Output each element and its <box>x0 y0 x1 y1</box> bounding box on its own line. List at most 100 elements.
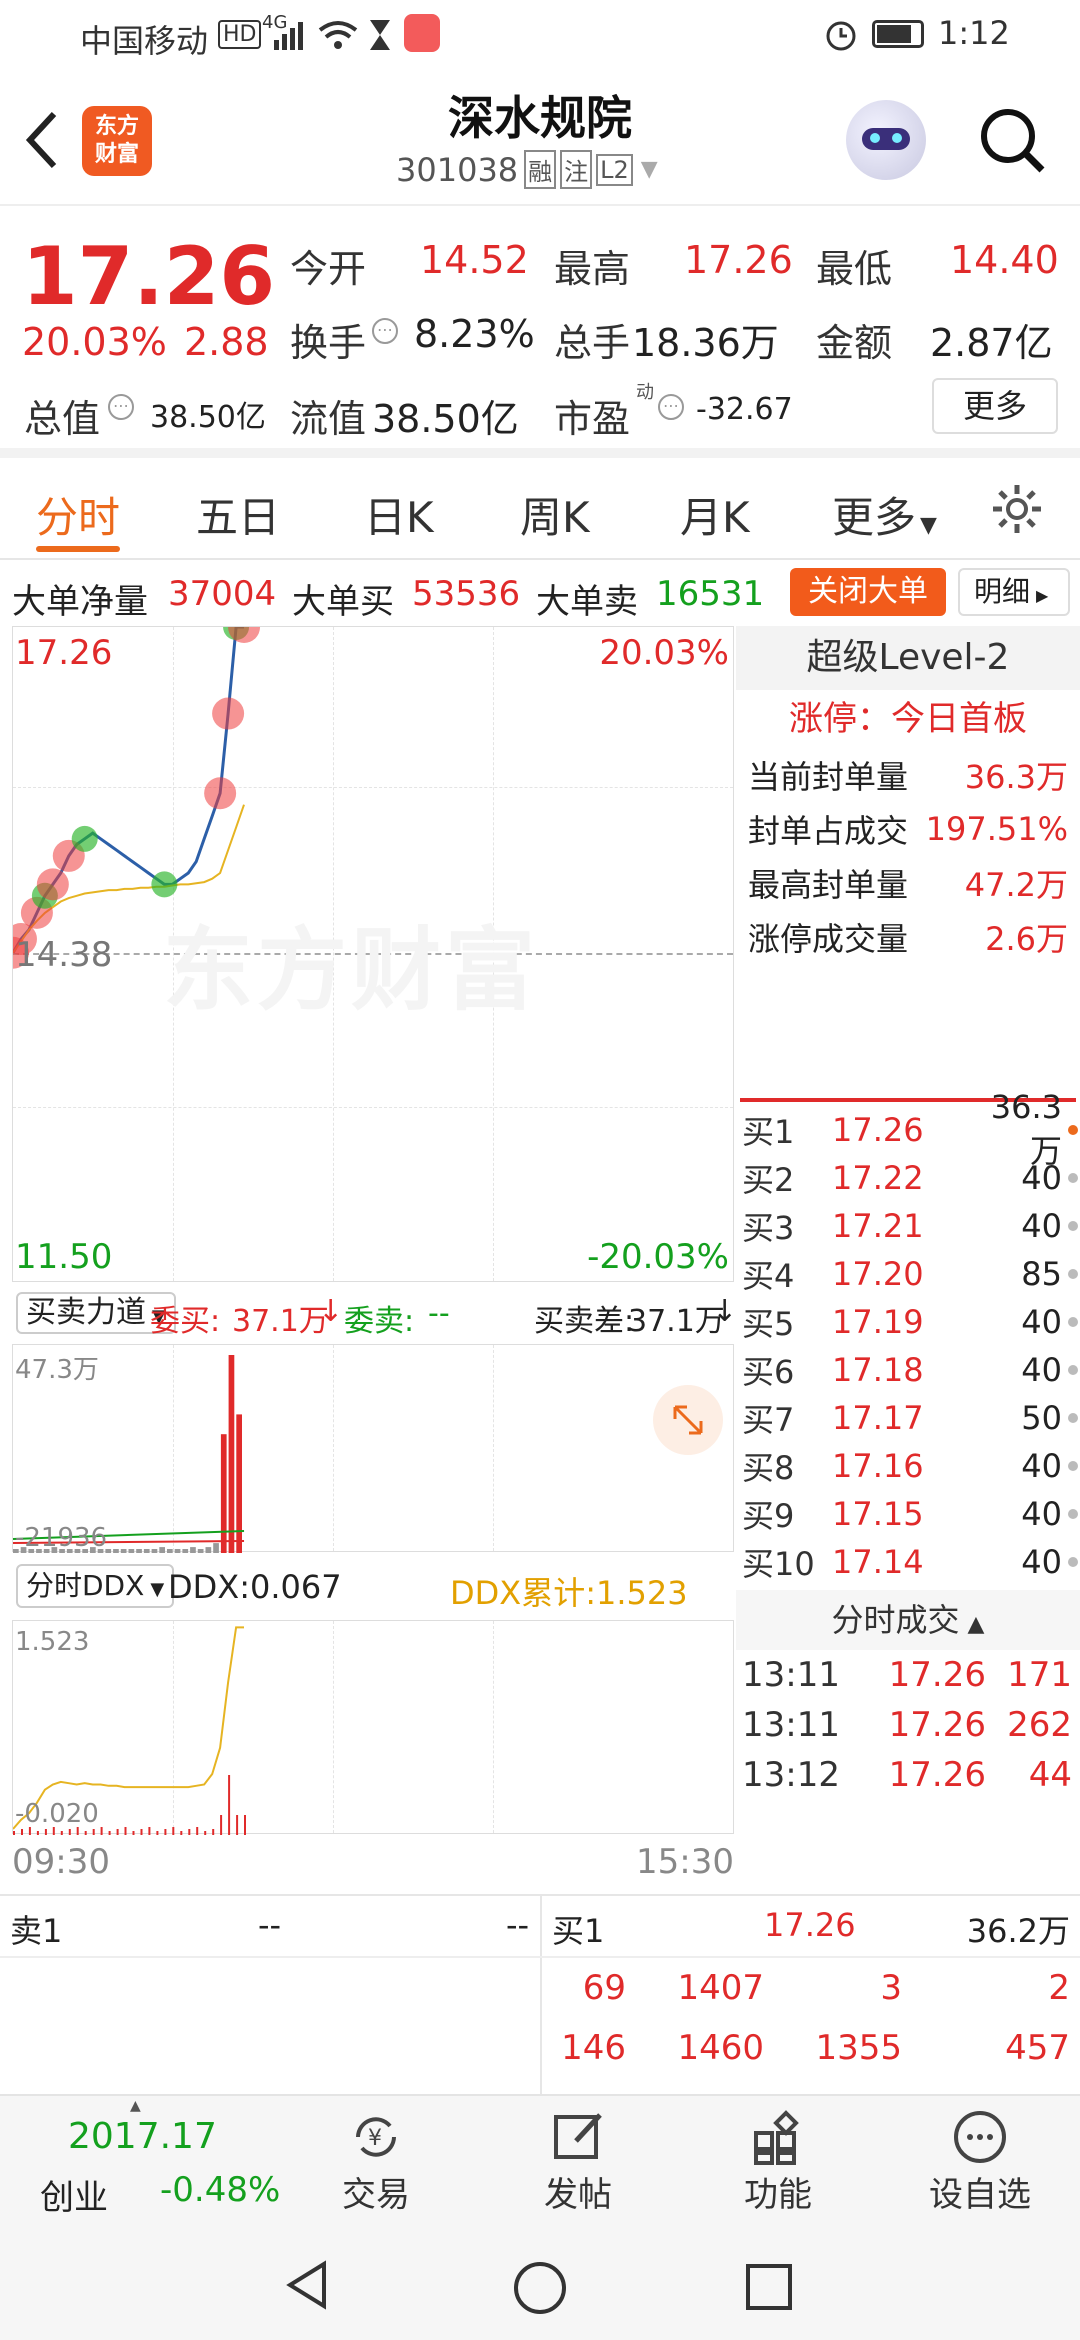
bid-dot <box>1068 1365 1078 1375</box>
bid-row[interactable]: 买9 17.15 40 <box>736 1490 1080 1538</box>
bid-row[interactable]: 买10 17.14 40 <box>736 1538 1080 1586</box>
queue-cell: 1460 <box>677 2028 764 2068</box>
carrier: 中国移动 <box>80 22 209 60</box>
detail-label: 明细 <box>974 575 1031 608</box>
bid-row[interactable]: 买5 17.19 40 <box>736 1298 1080 1346</box>
bid-price: 17.22 <box>832 1159 924 1197</box>
home-circle-icon[interactable] <box>512 2260 568 2316</box>
tab-five-day[interactable]: 五日 <box>196 484 280 545</box>
bid-qty: 85 <box>1021 1255 1062 1293</box>
ddx-bar <box>84 1831 87 1835</box>
volume-bar <box>143 1549 150 1553</box>
level2-title[interactable]: 超级Level-2 <box>736 626 1080 690</box>
bid-row[interactable]: 买4 17.20 85 <box>736 1250 1080 1298</box>
ddx-bar <box>148 1827 151 1835</box>
ddx-bar <box>204 1831 207 1835</box>
nav-trade[interactable]: ¥ 交易 <box>316 2096 436 2226</box>
time-axis: 09:30 15:30 <box>12 1840 734 1890</box>
trade-icon: ¥ <box>356 2116 396 2157</box>
more-button[interactable]: 更多 <box>932 378 1058 434</box>
top-pct-label: 20.03% <box>599 633 729 673</box>
system-nav-bar <box>0 2224 1080 2340</box>
trade-time: 13:11 <box>742 1655 840 1695</box>
volume-chart[interactable]: 47.3万 -21936 <box>12 1344 734 1553</box>
tab-monthly-k[interactable]: 月K <box>680 484 750 545</box>
back-triangle-icon[interactable] <box>284 2260 330 2310</box>
bid-dot <box>1068 1413 1078 1423</box>
info-icon[interactable]: ⋯ <box>108 394 134 420</box>
queue-cell: 1355 <box>815 2028 902 2068</box>
ddx-plot <box>13 1626 246 1835</box>
edit-icon <box>554 2112 602 2159</box>
nav-functions[interactable]: 功能 <box>718 2096 838 2226</box>
ddx-selector-label: 分时DDX <box>26 1569 145 1602</box>
info-icon[interactable]: ⋯ <box>658 394 684 420</box>
seal-stat-label: 最高封单量 <box>748 866 909 904</box>
bid-row[interactable]: 买8 17.16 40 <box>736 1442 1080 1490</box>
buy1-price: 17.26 <box>764 1906 856 1944</box>
bid-row[interactable]: 买2 17.22 40 <box>736 1154 1080 1202</box>
robot-assistant-avatar[interactable] <box>846 100 926 180</box>
nav-watchlist[interactable]: 设自选 <box>918 2096 1042 2226</box>
bid-level: 买8 <box>742 1449 795 1487</box>
ddx-sum-value: DDX累计:1.523 <box>450 1574 688 1612</box>
tab-daily-k[interactable]: 日K <box>364 484 434 545</box>
volume-bar <box>220 1434 227 1553</box>
detail-button[interactable]: 明细 ▶ <box>958 568 1070 616</box>
ddx-bar <box>21 1829 23 1835</box>
queue-cell: 2 <box>1048 1968 1070 2008</box>
nav-post[interactable]: 发帖 <box>518 2096 638 2226</box>
bid-price: 17.14 <box>832 1543 924 1581</box>
seal-stats: 当前封单量 36.3万 封单占成交 197.51% 最高封单量 47.2万 涨停成交量 2.6… <box>736 748 1080 964</box>
bottom-nav: ▲ 2017.17 创业 -0.48% ¥ 交易 发帖 功能 设自选 <box>0 2094 1080 2224</box>
bid-dot <box>1068 1125 1078 1135</box>
big-buy-bubble <box>212 697 245 730</box>
ddx-chart[interactable]: 1.523 -0.020 <box>12 1620 734 1835</box>
ddx-header: 分时DDX ▼ DDX:0.067 DDX累计:1.523 <box>12 1554 734 1620</box>
volume-bar <box>113 1549 119 1553</box>
trade-time: 13:11 <box>742 1705 840 1745</box>
bid-row[interactable]: 买7 17.17 50 <box>736 1394 1080 1442</box>
alarm-icon <box>826 21 856 51</box>
info-icon[interactable]: ⋯ <box>372 318 398 344</box>
time-end: 15:30 <box>636 1842 734 1882</box>
level2-panel: 超级Level-2 涨停：今日首板 当前封单量 36.3万 封单占成交 197.51%… <box>736 626 1080 1894</box>
bid-level: 买4 <box>742 1257 795 1295</box>
bid-row[interactable]: 买6 17.18 40 <box>736 1346 1080 1394</box>
limit-status: 涨停：今日首板 <box>789 699 1027 739</box>
tab-more[interactable]: 更多 ▼ <box>832 484 937 545</box>
bid-row[interactable]: 买3 17.21 40 <box>736 1202 1080 1250</box>
gear-icon[interactable] <box>990 482 1044 536</box>
bid-row[interactable]: 买1 17.26 36.3万 <box>736 1088 1080 1170</box>
index-ticker[interactable]: ▲ 2017.17 创业 -0.48% <box>0 2096 280 2226</box>
trades-header[interactable]: 分时成交 ▲ <box>736 1590 1080 1650</box>
big-order-bar: 大单净量 37004 大单买 53536 大单卖 16531 关闭大单 明细 ▶ <box>0 562 1080 626</box>
big-buy-bubble <box>36 868 69 901</box>
intraday-chart[interactable]: 东方财富 17.26 20.03% 14.38 11.50 -20.03% <box>12 626 734 1282</box>
stock-code-row[interactable]: 301038 融 注 L2 ▼ <box>396 150 658 189</box>
bid-dot <box>1068 1221 1078 1231</box>
recents-square-icon[interactable] <box>744 2262 794 2312</box>
ddx-top-label: 1.523 <box>15 1627 90 1657</box>
battery-icon <box>872 20 924 48</box>
tab-more-label: 更多 <box>832 493 917 542</box>
volume-bar <box>213 1543 219 1553</box>
ddx-selector[interactable]: 分时DDX ▼ <box>16 1564 175 1608</box>
quote-panel: 17.26 20.03% 2.88 今开 14.52 最高 17.26 最低 1… <box>0 206 1080 458</box>
bid-qty: 40 <box>1021 1303 1062 1341</box>
ddx-bar <box>244 1815 246 1835</box>
mktcap-value: 38.50亿 <box>150 400 266 435</box>
ddx-bar <box>124 1827 127 1835</box>
volume-bar <box>174 1549 181 1553</box>
trade-row: 13:11 17.26 171 <box>736 1650 1080 1700</box>
search-icon[interactable] <box>978 106 1048 176</box>
bottom-pct-label: -20.03% <box>587 1237 729 1277</box>
ddx-bar <box>132 1831 135 1835</box>
tab-intraday[interactable]: 分时 <box>36 484 120 545</box>
close-big-order-button[interactable]: 关闭大单 <box>790 568 946 616</box>
signal-icon <box>274 22 303 50</box>
change-amount: 2.88 <box>184 320 269 364</box>
more-circle-icon <box>954 2110 1006 2163</box>
tab-weekly-k[interactable]: 周K <box>520 484 590 545</box>
expand-icon[interactable] <box>653 1385 723 1455</box>
